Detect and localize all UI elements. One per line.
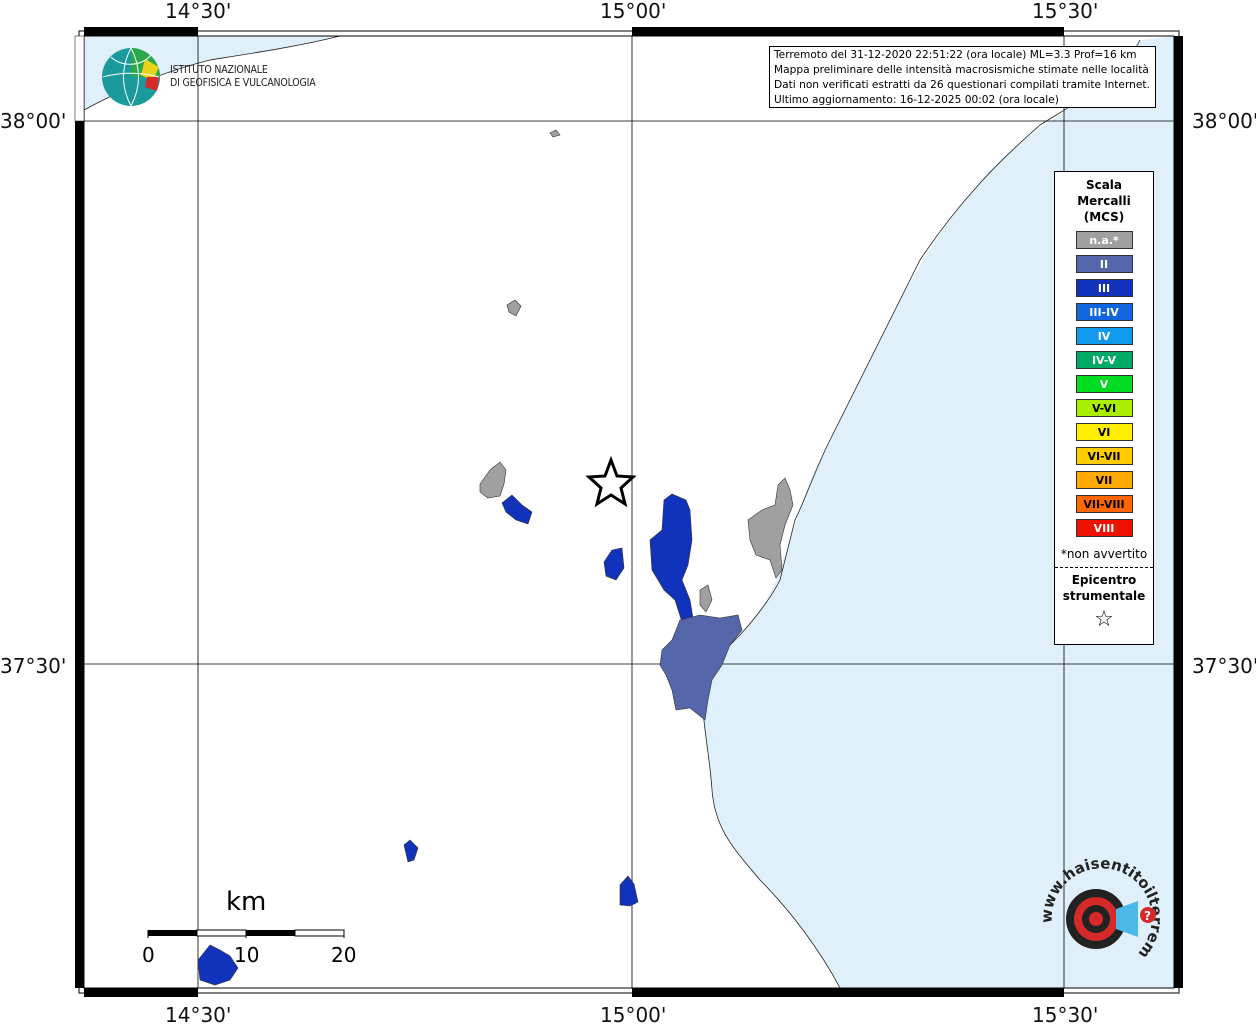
last-update: Ultimo aggiornamento: 16-12-2025 00:02 (… xyxy=(774,94,1059,106)
area-III-1 xyxy=(501,494,533,525)
legend-item: VIII xyxy=(1075,519,1133,537)
legend-items: n.a.* II III III-IV IV IV-V V V-VI VI VI-VII VII VI… xyxy=(1055,231,1153,537)
legend-title: Scala Mercalli (MCS) xyxy=(1055,177,1153,225)
lon-label-bottom-2: 15°00' xyxy=(600,1003,667,1027)
legend-separator xyxy=(1055,567,1153,568)
area-na-3 xyxy=(479,461,507,499)
legend-item: VII-VIII xyxy=(1075,495,1133,513)
institute-line1: ISTITUTO NAZIONALE xyxy=(170,64,268,76)
legend-item: III xyxy=(1075,279,1133,297)
legend-item: VII xyxy=(1075,471,1133,489)
haisentito-logo: www.haisentitoilterremoto.it ? xyxy=(1032,853,1162,962)
scale-label-10: 10 xyxy=(234,943,260,967)
ingv-logo xyxy=(102,47,160,107)
scale-unit: km xyxy=(226,887,267,917)
legend-item: VI xyxy=(1075,423,1133,441)
lon-label-bottom-3: 15°30' xyxy=(1032,1003,1099,1027)
legend-title-line3: (MCS) xyxy=(1083,210,1125,224)
svg-text:?: ? xyxy=(1144,909,1151,923)
legend-item: III-IV xyxy=(1075,303,1133,321)
scale-label-0: 0 xyxy=(142,943,155,967)
legend-epicentre-line1: Epicentro xyxy=(1071,573,1137,587)
area-na-5 xyxy=(699,584,713,613)
legend-star-icon: ☆ xyxy=(1094,607,1114,632)
event-title: Terremoto del 31-12-2020 22:51:22 (ora l… xyxy=(774,49,1137,61)
event-info-box: Terremoto del 31-12-2020 22:51:22 (ora l… xyxy=(769,46,1156,108)
area-III-3 xyxy=(649,493,695,625)
legend-item: V xyxy=(1075,375,1133,393)
lon-label-top-2: 15°00' xyxy=(600,0,667,23)
lat-label-left-2: 37°30' xyxy=(0,654,67,678)
legend-note: *non avvertito xyxy=(1060,547,1148,561)
legend-item: IV-V xyxy=(1075,351,1133,369)
legend-title-line2: Mercalli xyxy=(1077,194,1131,208)
institute-name: ISTITUTO NAZIONALE DI GEOFISICA E VULCAN… xyxy=(170,64,316,90)
legend-item: VI-VII xyxy=(1075,447,1133,465)
area-III-6 xyxy=(197,944,239,986)
legend-item: II xyxy=(1075,255,1133,273)
lon-label-top-1: 14°30' xyxy=(165,0,232,23)
legend-epicentre-label: Epicentro strumentale xyxy=(1055,572,1153,604)
legend-item: IV xyxy=(1075,327,1133,345)
epicentre-star xyxy=(585,455,637,508)
legend-epicentre-line2: strumentale xyxy=(1062,589,1146,603)
area-na-1 xyxy=(549,129,561,138)
legend-item: n.a.* xyxy=(1075,231,1133,249)
map-description: Mappa preliminare delle intensità macros… xyxy=(774,64,1149,76)
lon-label-bottom-1: 14°30' xyxy=(165,1003,232,1027)
lat-label-right-2: 37°30' xyxy=(1192,654,1256,678)
area-III-4 xyxy=(403,839,419,863)
scale-bar xyxy=(147,929,345,938)
legend-title-line1: Scala xyxy=(1085,178,1123,192)
area-III-5 xyxy=(619,875,639,907)
area-III-2 xyxy=(603,547,625,581)
scale-label-20: 20 xyxy=(331,943,357,967)
legend-item: V-VI xyxy=(1075,399,1133,417)
institute-line2: DI GEOFISICA E VULCANOLOGIA xyxy=(170,77,316,89)
intensity-areas xyxy=(197,129,794,986)
mcs-legend: Scala Mercalli (MCS) n.a.* II III III-IV IV I… xyxy=(1054,171,1154,645)
data-source: Dati non verificati estratti da 26 quest… xyxy=(774,79,1150,91)
lon-label-top-3: 15°30' xyxy=(1032,0,1099,23)
lat-label-left-1: 38°00' xyxy=(0,109,67,133)
area-na-2 xyxy=(506,299,522,317)
lat-label-right-1: 38°00' xyxy=(1192,109,1256,133)
